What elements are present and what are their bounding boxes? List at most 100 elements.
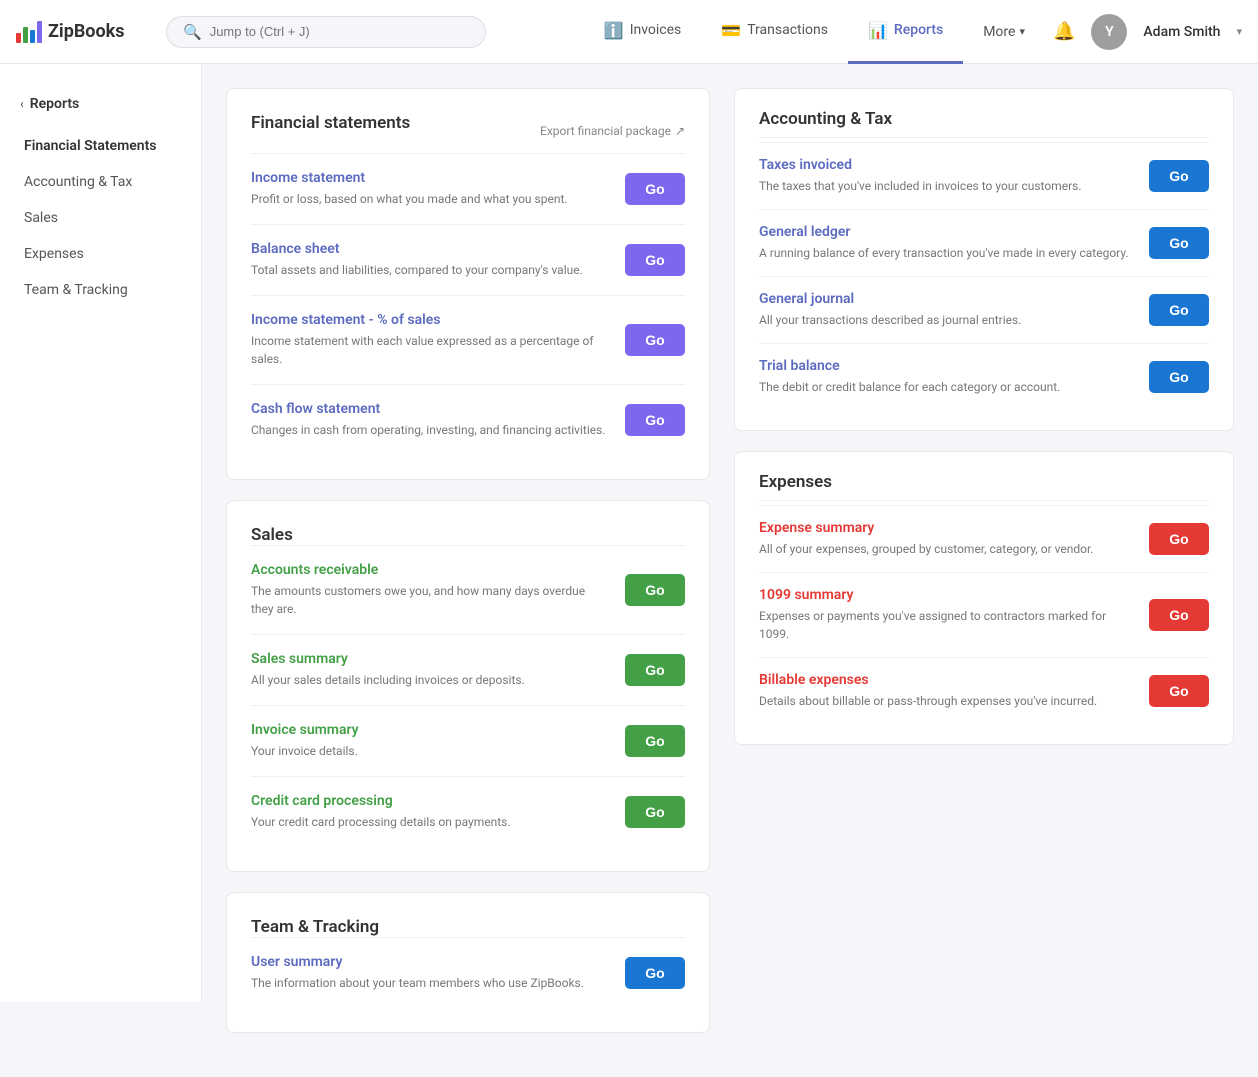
- report-item-balance-sheet: Balance sheet Total assets and liabiliti…: [251, 224, 685, 295]
- right-report-taxes-invoiced: Taxes invoiced The taxes that you've inc…: [759, 142, 1209, 209]
- bell-icon[interactable]: 🔔: [1053, 21, 1075, 42]
- trial-balance-title[interactable]: Trial balance: [759, 358, 1133, 374]
- accounts-receivable-desc: The amounts customers owe you, and how m…: [251, 582, 609, 618]
- general-ledger-title[interactable]: General ledger: [759, 224, 1133, 240]
- right-report-general-ledger: General ledger A running balance of ever…: [759, 209, 1209, 276]
- taxes-invoiced-go-button[interactable]: Go: [1149, 160, 1209, 192]
- search-input[interactable]: [210, 24, 469, 39]
- user-chevron-icon[interactable]: ▾: [1236, 25, 1242, 38]
- credit-card-processing-title[interactable]: Credit card processing: [251, 793, 609, 809]
- general-journal-title[interactable]: General journal: [759, 291, 1133, 307]
- user-summary-desc: The information about your team members …: [251, 974, 609, 992]
- nav-more[interactable]: More ▾: [963, 0, 1045, 64]
- billable-expenses-title[interactable]: Billable expenses: [759, 672, 1133, 688]
- report-item-accounts-receivable: Accounts receivable The amounts customer…: [251, 545, 685, 634]
- financial-statements-card: Financial statements Export financial pa…: [226, 88, 710, 480]
- invoice-summary-title[interactable]: Invoice summary: [251, 722, 609, 738]
- nav-reports[interactable]: 📊 Reports: [848, 0, 963, 64]
- sidebar-item-expenses[interactable]: Expenses: [0, 236, 201, 272]
- expense-summary-go-button[interactable]: Go: [1149, 523, 1209, 555]
- layout: ‹ Reports Financial Statements Accountin…: [0, 64, 1258, 1077]
- invoices-icon: ℹ️: [604, 21, 624, 40]
- search-icon: 🔍: [183, 23, 202, 41]
- credit-card-processing-go-button[interactable]: Go: [625, 796, 685, 828]
- sidebar-item-accounting-tax[interactable]: Accounting & Tax: [0, 164, 201, 200]
- expenses-divider: [759, 500, 1209, 501]
- balance-sheet-go-button[interactable]: Go: [625, 244, 685, 276]
- right-report-billable-expenses: Billable expenses Details about billable…: [759, 657, 1209, 724]
- user-summary-go-button[interactable]: Go: [625, 957, 685, 989]
- 1099-summary-desc: Expenses or payments you've assigned to …: [759, 607, 1133, 643]
- accounts-receivable-go-button[interactable]: Go: [625, 574, 685, 606]
- topnav: ZipBooks 🔍 ℹ️ Invoices 💳 Transactions 📊 …: [0, 0, 1258, 64]
- sales-summary-title[interactable]: Sales summary: [251, 651, 609, 667]
- cash-flow-desc: Changes in cash from operating, investin…: [251, 421, 609, 439]
- invoice-summary-go-button[interactable]: Go: [625, 725, 685, 757]
- cash-flow-title[interactable]: Cash flow statement: [251, 401, 609, 417]
- logo-icon: [16, 21, 42, 43]
- report-item-sales-summary: Sales summary All your sales details inc…: [251, 634, 685, 705]
- sales-summary-desc: All your sales details including invoice…: [251, 671, 609, 689]
- general-journal-go-button[interactable]: Go: [1149, 294, 1209, 326]
- expense-summary-title[interactable]: Expense summary: [759, 520, 1133, 536]
- cash-flow-go-button[interactable]: Go: [625, 404, 685, 436]
- nav-invoices[interactable]: ℹ️ Invoices: [584, 0, 702, 64]
- general-ledger-go-button[interactable]: Go: [1149, 227, 1209, 259]
- report-item-cash-flow: Cash flow statement Changes in cash from…: [251, 384, 685, 455]
- app-name: ZipBooks: [48, 21, 124, 42]
- right-report-1099-summary: 1099 summary Expenses or payments you've…: [759, 572, 1209, 657]
- trial-balance-go-button[interactable]: Go: [1149, 361, 1209, 393]
- balance-sheet-title[interactable]: Balance sheet: [251, 241, 609, 257]
- financial-statements-title: Financial statements: [251, 113, 410, 133]
- 1099-summary-title[interactable]: 1099 summary: [759, 587, 1133, 603]
- income-pct-title[interactable]: Income statement - % of sales: [251, 312, 609, 328]
- report-item-income-statement: Income statement Profit or loss, based o…: [251, 153, 685, 224]
- team-tracking-card: Team & Tracking User summary The informa…: [226, 892, 710, 1033]
- expense-summary-desc: All of your expenses, grouped by custome…: [759, 540, 1133, 558]
- income-pct-desc: Income statement with each value express…: [251, 332, 609, 368]
- taxes-invoiced-desc: The taxes that you've included in invoic…: [759, 177, 1133, 195]
- right-column: Accounting & Tax Taxes invoiced The taxe…: [734, 88, 1234, 1053]
- sales-summary-go-button[interactable]: Go: [625, 654, 685, 686]
- sidebar-back[interactable]: ‹ Reports: [0, 88, 201, 128]
- taxes-invoiced-title[interactable]: Taxes invoiced: [759, 157, 1133, 173]
- logo[interactable]: ZipBooks: [16, 21, 146, 43]
- accounts-receivable-title[interactable]: Accounts receivable: [251, 562, 609, 578]
- billable-expenses-desc: Details about billable or pass-through e…: [759, 692, 1133, 710]
- external-link-icon: ↗: [675, 124, 685, 138]
- report-item-invoice-summary: Invoice summary Your invoice details. Go: [251, 705, 685, 776]
- general-journal-desc: All your transactions described as journ…: [759, 311, 1133, 329]
- nav-links: ℹ️ Invoices 💳 Transactions 📊 Reports Mor…: [584, 0, 1045, 64]
- income-statement-title[interactable]: Income statement: [251, 170, 609, 186]
- balance-sheet-desc: Total assets and liabilities, compared t…: [251, 261, 609, 279]
- left-column: Financial statements Export financial pa…: [226, 88, 710, 1053]
- billable-expenses-go-button[interactable]: Go: [1149, 675, 1209, 707]
- income-pct-go-button[interactable]: Go: [625, 324, 685, 356]
- user-summary-title[interactable]: User summary: [251, 954, 609, 970]
- back-arrow-icon: ‹: [20, 97, 24, 111]
- sidebar-item-sales[interactable]: Sales: [0, 200, 201, 236]
- right-report-general-journal: General journal All your transactions de…: [759, 276, 1209, 343]
- search-box[interactable]: 🔍: [166, 16, 486, 48]
- report-item-income-pct: Income statement - % of sales Income sta…: [251, 295, 685, 384]
- income-statement-go-button[interactable]: Go: [625, 173, 685, 205]
- accounting-tax-title: Accounting & Tax: [759, 109, 1209, 129]
- export-financial-link[interactable]: Export financial package ↗: [540, 124, 685, 138]
- expenses-card: Expenses Expense summary All of your exp…: [734, 451, 1234, 745]
- main-content: Financial statements Export financial pa…: [202, 64, 1258, 1077]
- sales-card: Sales Accounts receivable The amounts cu…: [226, 500, 710, 872]
- sidebar-item-team-tracking[interactable]: Team & Tracking: [0, 272, 201, 308]
- right-report-expense-summary: Expense summary All of your expenses, gr…: [759, 505, 1209, 572]
- user-name: Adam Smith: [1143, 24, 1220, 40]
- nav-transactions[interactable]: 💳 Transactions: [701, 0, 848, 64]
- team-tracking-title: Team & Tracking: [251, 917, 379, 937]
- income-statement-desc: Profit or loss, based on what you made a…: [251, 190, 609, 208]
- general-ledger-desc: A running balance of every transaction y…: [759, 244, 1133, 262]
- right-report-trial-balance: Trial balance The debit or credit balanc…: [759, 343, 1209, 410]
- accounting-tax-card: Accounting & Tax Taxes invoiced The taxe…: [734, 88, 1234, 431]
- avatar: Y: [1091, 14, 1127, 50]
- trial-balance-desc: The debit or credit balance for each cat…: [759, 378, 1133, 396]
- invoice-summary-desc: Your invoice details.: [251, 742, 609, 760]
- 1099-summary-go-button[interactable]: Go: [1149, 599, 1209, 631]
- sidebar-item-financial-statements[interactable]: Financial Statements: [0, 128, 201, 164]
